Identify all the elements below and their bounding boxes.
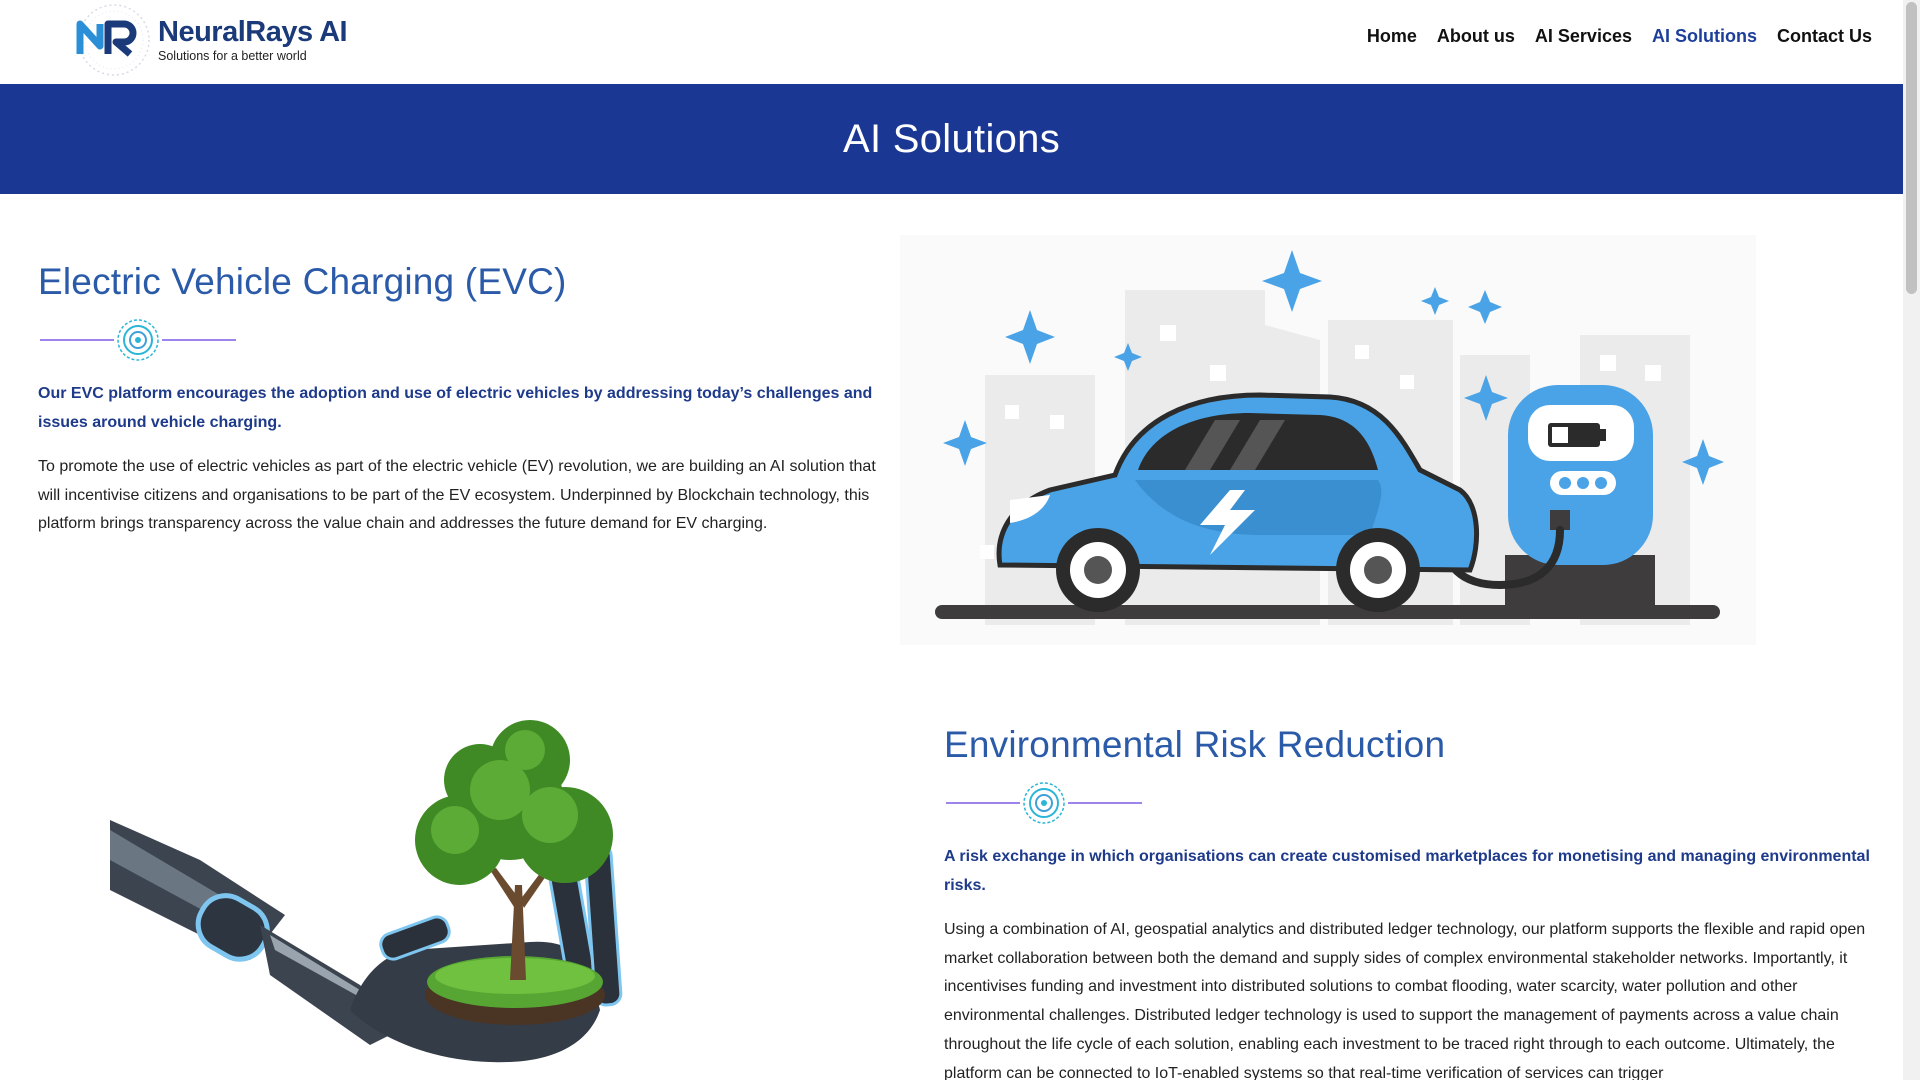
site-header: NeuralRays AI Solutions for a better wor…	[0, 0, 1903, 84]
env-section-title: Environmental Risk Reduction	[944, 724, 1446, 765]
nav-ai-solutions[interactable]: AI Solutions	[1652, 22, 1757, 50]
circuit-divider-icon	[944, 781, 1144, 825]
page-title: AI Solutions	[842, 116, 1061, 161]
circuit-divider-icon	[38, 318, 238, 362]
nav-about-us[interactable]: About us	[1437, 22, 1515, 50]
evc-section-title: Electric Vehicle Charging (EVC)	[38, 261, 567, 302]
ev-charging-illustration	[900, 235, 1756, 645]
robot-hand-tree-illustration	[110, 710, 700, 1080]
evc-lead-text: Our EVC platform encourages the adoption…	[38, 385, 873, 431]
evc-body-text: To promote the use of electric vehicles …	[38, 458, 876, 533]
logo-name: NeuralRays AI	[158, 16, 348, 48]
page-scrollbar[interactable]	[1903, 0, 1920, 1080]
logo-tagline: Solutions for a better world	[158, 49, 307, 63]
page-banner: AI Solutions	[0, 84, 1903, 194]
nav-contact-us[interactable]: Contact Us	[1777, 22, 1872, 50]
nav-ai-services[interactable]: AI Services	[1535, 22, 1632, 50]
nav-home[interactable]: Home	[1367, 22, 1417, 50]
env-body-text: Using a combination of AI, geospatial an…	[944, 921, 1866, 1080]
neuralrays-logo-icon	[76, 2, 152, 78]
env-lead-text: A risk exchange in which organisations c…	[944, 848, 1870, 894]
scrollbar-thumb[interactable]	[1906, 2, 1917, 294]
site-logo[interactable]: NeuralRays AI Solutions for a better wor…	[76, 2, 348, 78]
main-nav: Home About us AI Services AI Solutions C…	[1367, 22, 1872, 50]
